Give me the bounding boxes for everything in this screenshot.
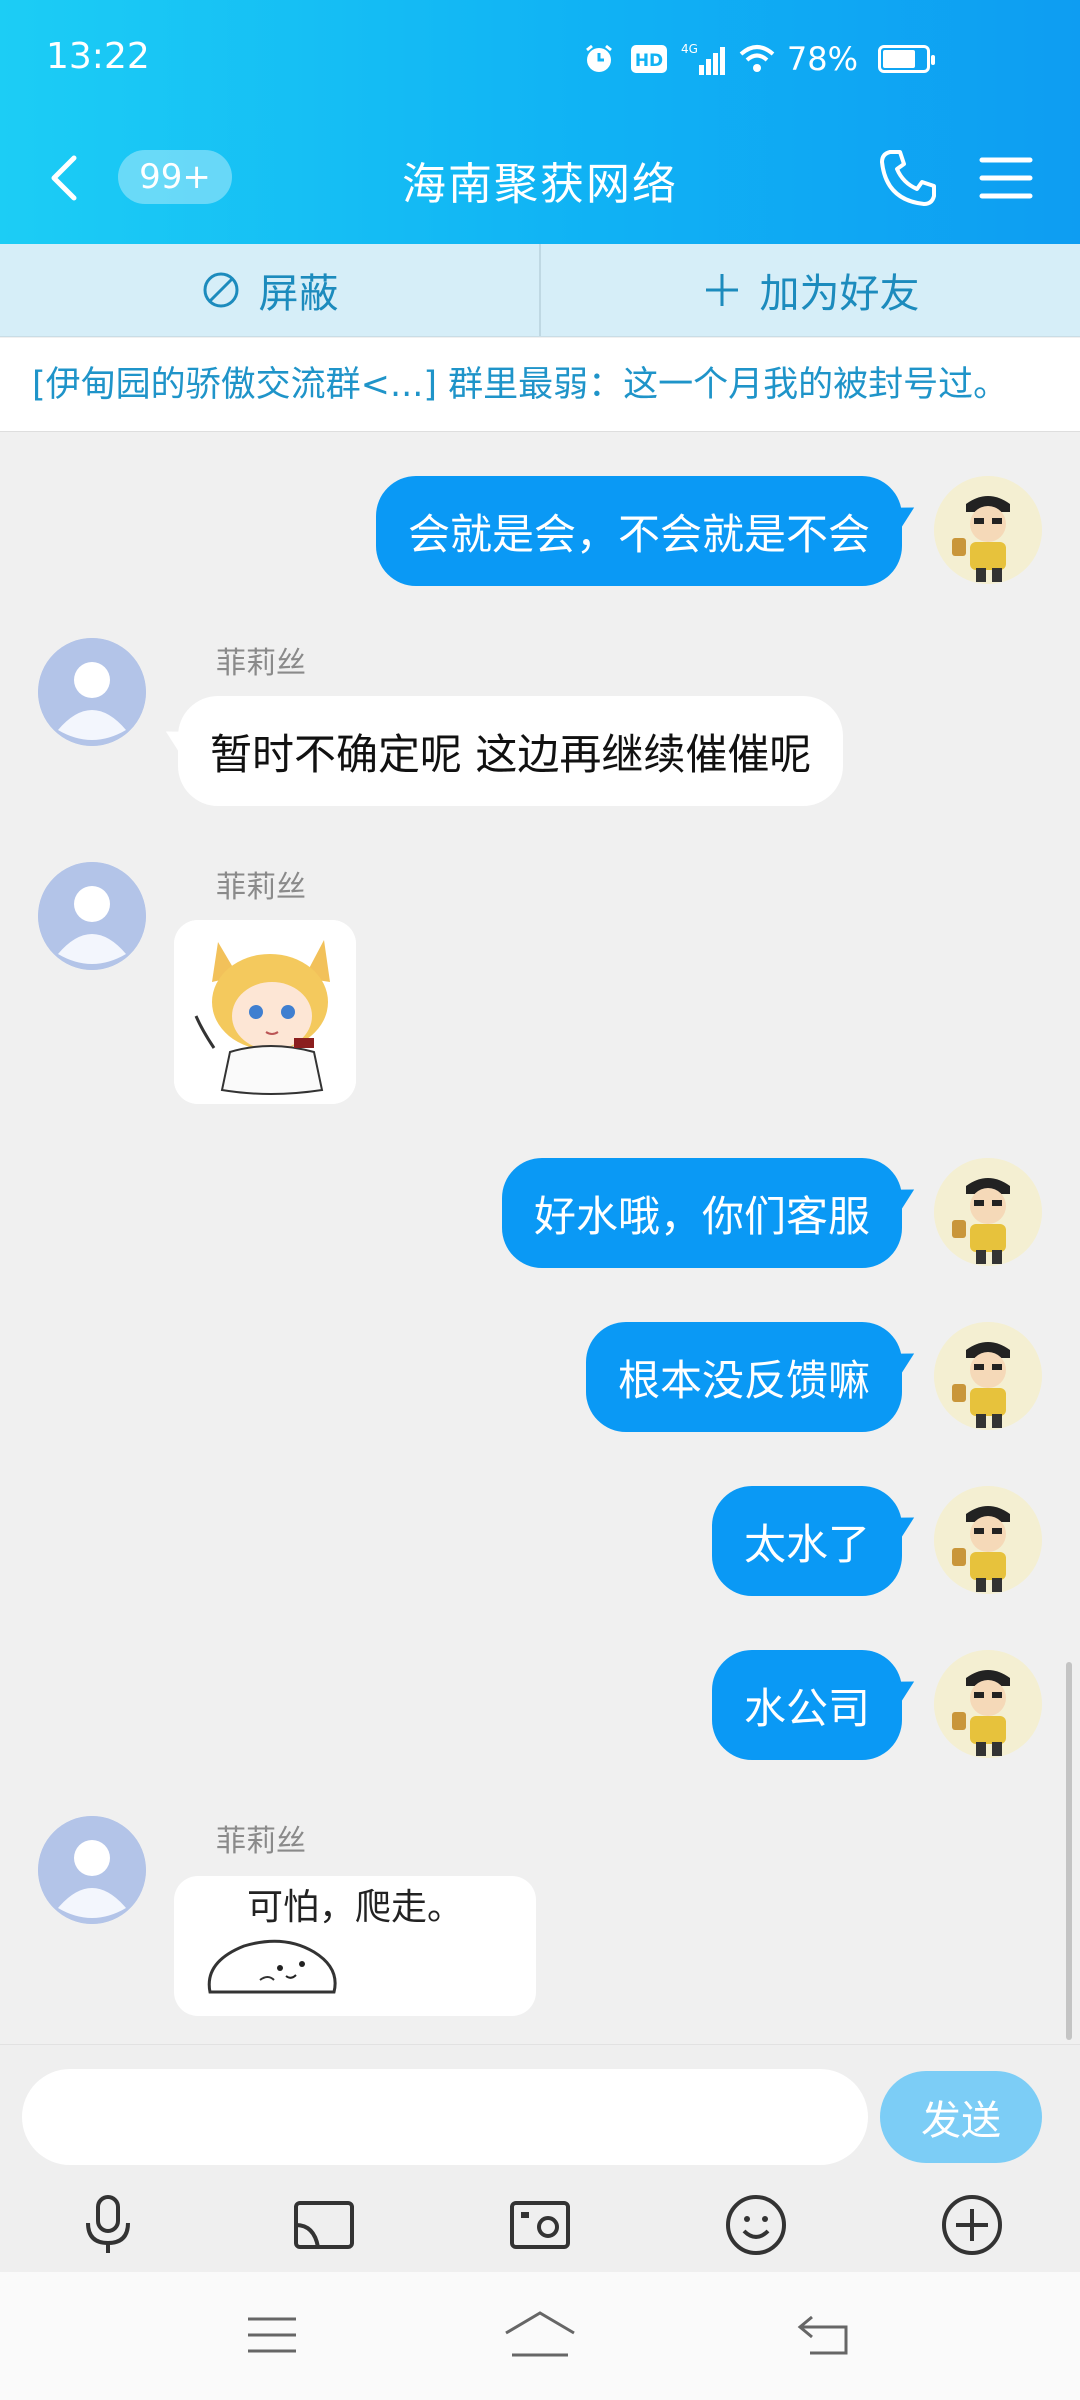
message-list[interactable]: 会就是会，不会就是不会 菲莉丝 暂时不确定呢 这边再继续催催呢 菲莉丝 好水哦，… bbox=[0, 432, 1080, 2044]
incoming-message-bubble[interactable]: 暂时不确定呢 这边再继续催催呢 bbox=[178, 696, 844, 806]
home-icon bbox=[505, 2311, 575, 2357]
fox-girl-sticker-icon bbox=[174, 920, 356, 1104]
contact-avatar[interactable] bbox=[38, 1816, 146, 1924]
battery-percent: 78% bbox=[786, 40, 858, 78]
outgoing-message-bubble[interactable]: 好水哦，你们客服 bbox=[501, 1158, 902, 1268]
block-button[interactable]: 屏蔽 bbox=[0, 244, 539, 336]
hamburger-menu-icon bbox=[979, 157, 1033, 199]
self-avatar[interactable] bbox=[934, 1650, 1042, 1758]
cartoon-character-icon bbox=[934, 1322, 1042, 1430]
alarm-icon bbox=[581, 42, 617, 76]
outgoing-message-bubble[interactable]: 会就是会，不会就是不会 bbox=[375, 476, 902, 586]
input-toolbar bbox=[0, 2185, 1080, 2265]
self-avatar[interactable] bbox=[934, 1158, 1042, 1266]
photo-button[interactable] bbox=[500, 2185, 580, 2265]
cartoon-character-icon bbox=[934, 1486, 1042, 1594]
send-button[interactable]: 发送 bbox=[880, 2071, 1042, 2163]
wifi-icon bbox=[739, 42, 775, 76]
more-button[interactable] bbox=[932, 2185, 1012, 2265]
recent-apps-button[interactable] bbox=[232, 2300, 312, 2370]
block-icon bbox=[203, 272, 238, 308]
cartoon-character-icon bbox=[934, 476, 1042, 584]
phone-call-button[interactable] bbox=[876, 146, 940, 210]
home-button[interactable] bbox=[500, 2300, 580, 2370]
outgoing-message-bubble[interactable]: 太水了 bbox=[711, 1486, 902, 1596]
chat-header: 13:22 HD 4G 78% 99+ 海南聚获网络 bbox=[0, 0, 1080, 244]
back-button[interactable] bbox=[38, 150, 88, 206]
back-arrow-icon bbox=[797, 2315, 848, 2355]
input-area: 发送 bbox=[0, 2044, 1080, 2272]
battery-icon bbox=[878, 45, 935, 73]
screen-cast-button[interactable] bbox=[284, 2185, 364, 2265]
microphone-button[interactable] bbox=[68, 2185, 148, 2265]
default-user-icon bbox=[38, 862, 146, 970]
status-time: 13:22 bbox=[46, 36, 150, 77]
system-navigation-bar bbox=[0, 2272, 1080, 2400]
self-avatar[interactable] bbox=[934, 1322, 1042, 1430]
contact-avatar[interactable] bbox=[38, 638, 146, 746]
add-friend-button[interactable]: 加为好友 bbox=[541, 244, 1080, 336]
sticker-message[interactable] bbox=[174, 920, 356, 1104]
emoji-button[interactable] bbox=[716, 2185, 796, 2265]
add-friend-label: 加为好友 bbox=[759, 271, 920, 317]
chevron-left-icon bbox=[51, 155, 77, 201]
stranger-action-bar: 屏蔽 加为好友 bbox=[0, 244, 1080, 337]
default-user-icon bbox=[38, 638, 146, 746]
message-input[interactable] bbox=[22, 2069, 868, 2165]
block-label: 屏蔽 bbox=[258, 271, 339, 317]
outgoing-message-bubble[interactable]: 水公司 bbox=[711, 1650, 902, 1760]
cartoon-character-icon bbox=[934, 1650, 1042, 1758]
sender-name: 菲莉丝 bbox=[216, 870, 306, 905]
seal-sticker-icon bbox=[207, 1939, 337, 1994]
outgoing-message-bubble[interactable]: 根本没反馈嘛 bbox=[585, 1322, 902, 1432]
status-bar-right: HD 4G 78% bbox=[581, 40, 935, 78]
battery-level bbox=[883, 50, 915, 68]
phone-icon bbox=[880, 150, 936, 206]
sticker-message[interactable]: 可怕，爬走。 bbox=[174, 1876, 536, 2016]
unread-count-badge[interactable]: 99+ bbox=[118, 150, 232, 204]
menu-button[interactable] bbox=[976, 148, 1036, 208]
cellular-signal-icon: 4G bbox=[681, 42, 727, 76]
contact-avatar[interactable] bbox=[38, 862, 146, 970]
cartoon-character-icon bbox=[934, 1158, 1042, 1266]
group-notice-bar[interactable]: [伊甸园的骄傲交流群<...] 群里最弱：这一个月我的被封号过。 bbox=[0, 338, 1080, 432]
plus-circle-icon bbox=[942, 2195, 1002, 2255]
nav-bar: 99+ 海南聚获网络 bbox=[0, 130, 1080, 226]
plus-icon bbox=[705, 274, 738, 306]
sender-name: 菲莉丝 bbox=[216, 1824, 306, 1859]
self-avatar[interactable] bbox=[934, 476, 1042, 584]
self-avatar[interactable] bbox=[934, 1486, 1042, 1594]
emoji-icon bbox=[726, 2195, 786, 2255]
microphone-icon bbox=[86, 2195, 130, 2253]
back-nav-button[interactable] bbox=[784, 2300, 864, 2370]
svg-text:4G: 4G bbox=[681, 42, 698, 56]
default-user-icon bbox=[38, 1816, 146, 1924]
hd-icon: HD bbox=[629, 42, 669, 76]
svg-text:HD: HD bbox=[635, 51, 663, 71]
menu-lines-icon bbox=[248, 2317, 296, 2353]
screen-cast-icon bbox=[294, 2201, 354, 2249]
photo-icon bbox=[510, 2201, 570, 2249]
sender-name: 菲莉丝 bbox=[216, 646, 306, 681]
scrollbar[interactable] bbox=[1066, 1662, 1072, 2040]
